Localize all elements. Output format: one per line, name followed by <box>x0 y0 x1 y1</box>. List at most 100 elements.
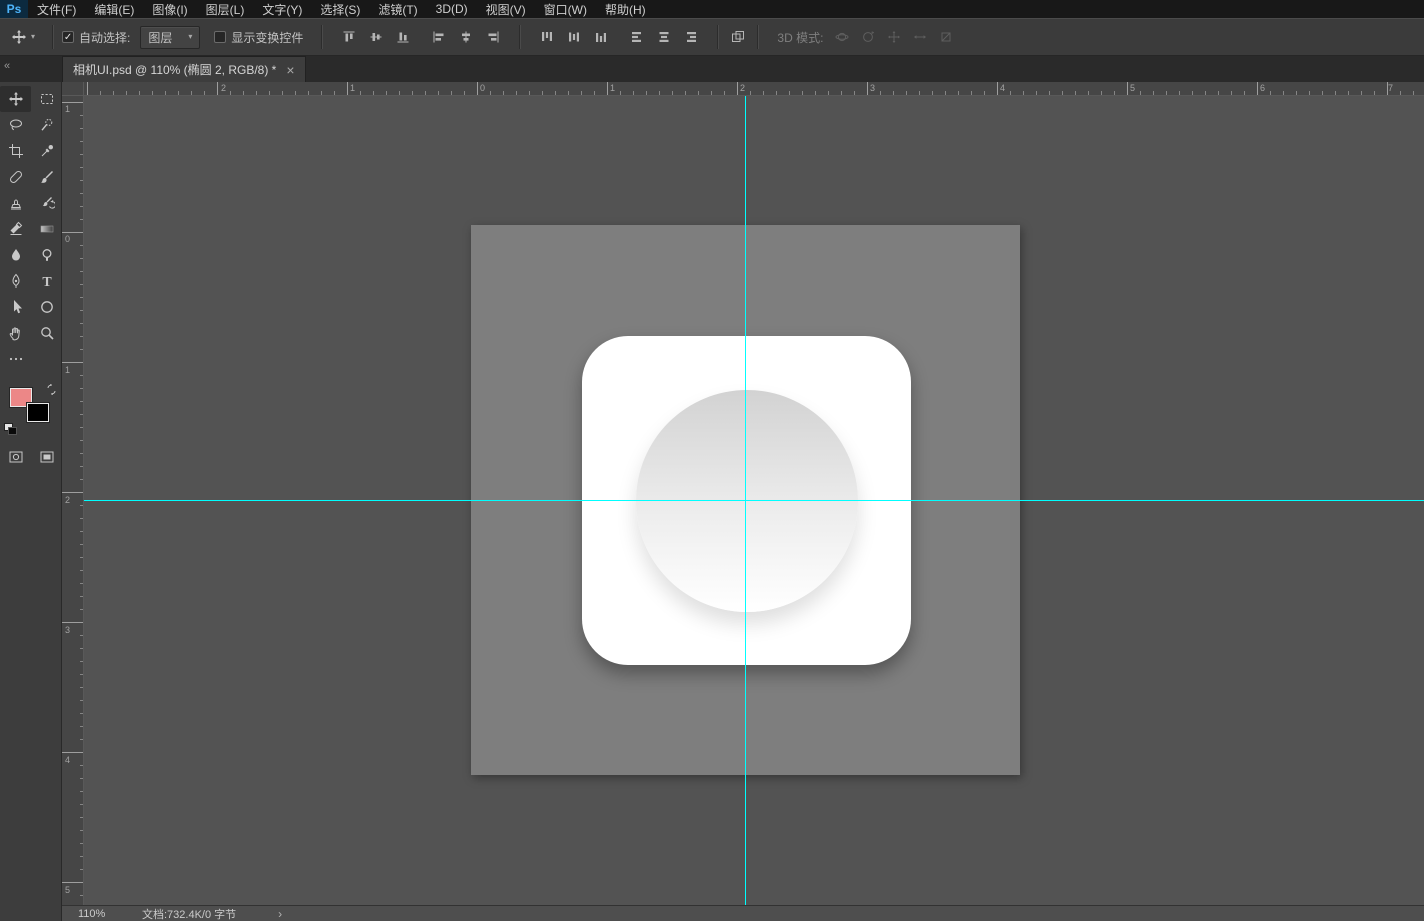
tool-preset-picker[interactable]: ▾ <box>8 27 38 47</box>
blur-tool[interactable] <box>0 242 31 268</box>
chevron-down-icon: ▾ <box>31 32 36 41</box>
menu-image[interactable]: 图像(I) <box>143 0 196 18</box>
ruler-origin-corner[interactable] <box>62 82 84 96</box>
3d-mode-icons <box>831 27 957 47</box>
align-group <box>536 27 612 47</box>
crop-tool[interactable] <box>0 138 31 164</box>
default-colors-icon[interactable] <box>3 423 17 435</box>
auto-align-layers-icon[interactable] <box>727 27 749 47</box>
menu-items: 文件(F) 编辑(E) 图像(I) 图层(L) 文字(Y) 选择(S) 滤镜(T) 3D(D)… <box>28 0 655 18</box>
svg-text:T: T <box>42 275 52 289</box>
document-tab-title: 相机UI.psd @ 110% (椭圆 2, RGB/8) * <box>73 63 277 77</box>
eyedropper-tool[interactable] <box>31 138 62 164</box>
more-tool[interactable] <box>0 346 31 372</box>
3d-orbit-icon[interactable] <box>831 27 853 47</box>
menu-edit[interactable]: 编辑(E) <box>85 0 143 18</box>
type-tool[interactable]: T <box>31 268 62 294</box>
divider <box>717 25 720 49</box>
ruler-number: 4 <box>65 755 71 765</box>
align-left-icon[interactable] <box>428 27 450 47</box>
hand-tool[interactable] <box>0 320 31 346</box>
3d-roll-icon[interactable] <box>857 27 879 47</box>
zoom-level-field[interactable]: 110% <box>78 908 116 920</box>
show-transform-controls-checkbox[interactable]: 显示变换控件 <box>214 29 303 46</box>
show-transform-label: 显示变换控件 <box>231 30 304 45</box>
distribute-left-icon[interactable] <box>626 27 648 47</box>
3d-scale-icon[interactable] <box>935 27 957 47</box>
auto-select-checkbox[interactable]: ✓ 自动选择: <box>62 29 130 46</box>
align-group <box>428 27 504 47</box>
distribute-top-icon[interactable] <box>536 27 558 47</box>
quick-mask-button[interactable] <box>0 444 31 470</box>
status-options-chevron-icon[interactable]: › <box>278 907 282 921</box>
3d-slide-icon[interactable] <box>909 27 931 47</box>
menu-view[interactable]: 视图(V) <box>477 0 535 18</box>
menu-file[interactable]: 文件(F) <box>28 0 85 18</box>
auto-select-label: 自动选择: <box>79 30 131 45</box>
quick-select-tool[interactable] <box>31 112 62 138</box>
canvas-pasteboard[interactable] <box>84 96 1424 905</box>
ruler-number: 2 <box>221 83 227 93</box>
distribute-horizontal-center-icon[interactable] <box>653 27 675 47</box>
ruler-number: 5 <box>1130 83 1136 93</box>
menu-3d[interactable]: 3D(D) <box>427 0 477 18</box>
menu-help[interactable]: 帮助(H) <box>596 0 655 18</box>
ruler-number: 4 <box>1000 83 1006 93</box>
distribute-vertical-center-icon[interactable] <box>563 27 585 47</box>
healing-tool[interactable] <box>0 164 31 190</box>
gradient-tool[interactable] <box>31 216 62 242</box>
lasso-tool[interactable] <box>0 112 31 138</box>
menu-filter[interactable]: 滤镜(T) <box>369 0 426 18</box>
align-top-icon[interactable] <box>338 27 360 47</box>
brush-tool[interactable] <box>31 164 62 190</box>
3d-mode-label: 3D 模式: <box>777 30 824 45</box>
history-brush-tool[interactable] <box>31 190 62 216</box>
horizontal-ruler[interactable]: 2 1 0 1 2 3 4 5 6 7 <box>84 82 1424 96</box>
divider <box>52 25 55 49</box>
color-swatches <box>3 384 58 435</box>
marquee-tool[interactable] <box>31 86 62 112</box>
menu-bar: Ps 文件(F) 编辑(E) 图像(I) 图层(L) 文字(Y) 选择(S) 滤镜(T) 3D… <box>0 0 1424 18</box>
align-right-icon[interactable] <box>482 27 504 47</box>
document-size-info[interactable]: 文档:732.4K/0 字节 <box>142 906 236 921</box>
ruler-number: 2 <box>65 495 71 505</box>
align-vertical-center-icon[interactable] <box>365 27 387 47</box>
pen-tool[interactable] <box>0 268 31 294</box>
clone-stamp-tool[interactable] <box>0 190 31 216</box>
dropdown-value: 图层 <box>148 30 173 45</box>
align-bottom-icon[interactable] <box>392 27 414 47</box>
menu-window[interactable]: 窗口(W) <box>535 0 596 18</box>
distribute-bottom-icon[interactable] <box>590 27 612 47</box>
distribute-right-icon[interactable] <box>680 27 702 47</box>
background-color-swatch[interactable] <box>25 402 50 423</box>
checkbox-checked-icon: ✓ <box>62 31 75 43</box>
ruler-number: 0 <box>480 83 486 93</box>
dodge-tool[interactable] <box>31 242 62 268</box>
vertical-ruler[interactable]: 1 0 1 2 3 4 5 <box>62 96 84 905</box>
ruler-number: 6 <box>1260 83 1266 93</box>
menu-select[interactable]: 选择(S) <box>311 0 369 18</box>
3d-pan-icon[interactable] <box>883 27 905 47</box>
auto-select-target-dropdown[interactable]: 图层 ▾ <box>140 25 201 49</box>
tab-close-icon[interactable]: × <box>286 63 294 77</box>
tools-panel-bottom <box>0 444 61 470</box>
swap-colors-icon[interactable] <box>46 384 57 395</box>
photoshop-logo[interactable]: Ps <box>0 0 28 18</box>
align-icons-area <box>331 25 749 49</box>
collapse-panel-icon[interactable]: « <box>4 61 10 72</box>
menu-type[interactable]: 文字(Y) <box>253 0 311 18</box>
path-select-tool[interactable] <box>0 294 31 320</box>
ellipse-tool[interactable] <box>31 294 62 320</box>
photoshop-window: Ps 文件(F) 编辑(E) 图像(I) 图层(L) 文字(Y) 选择(S) 滤镜(T) 3D… <box>0 0 1424 921</box>
menu-layer[interactable]: 图层(L) <box>197 0 254 18</box>
eraser-tool[interactable] <box>0 216 31 242</box>
move-tool[interactable] <box>0 86 31 112</box>
align-horizontal-center-icon[interactable] <box>455 27 477 47</box>
zoom-tool[interactable] <box>31 320 62 346</box>
ruler-number: 1 <box>65 365 71 375</box>
document-tab[interactable]: 相机UI.psd @ 110% (椭圆 2, RGB/8) * × <box>62 56 306 82</box>
horizontal-guide[interactable] <box>84 500 1424 501</box>
move-tool-icon <box>11 29 27 45</box>
divider <box>321 25 324 49</box>
screen-mode-button[interactable] <box>31 444 62 470</box>
